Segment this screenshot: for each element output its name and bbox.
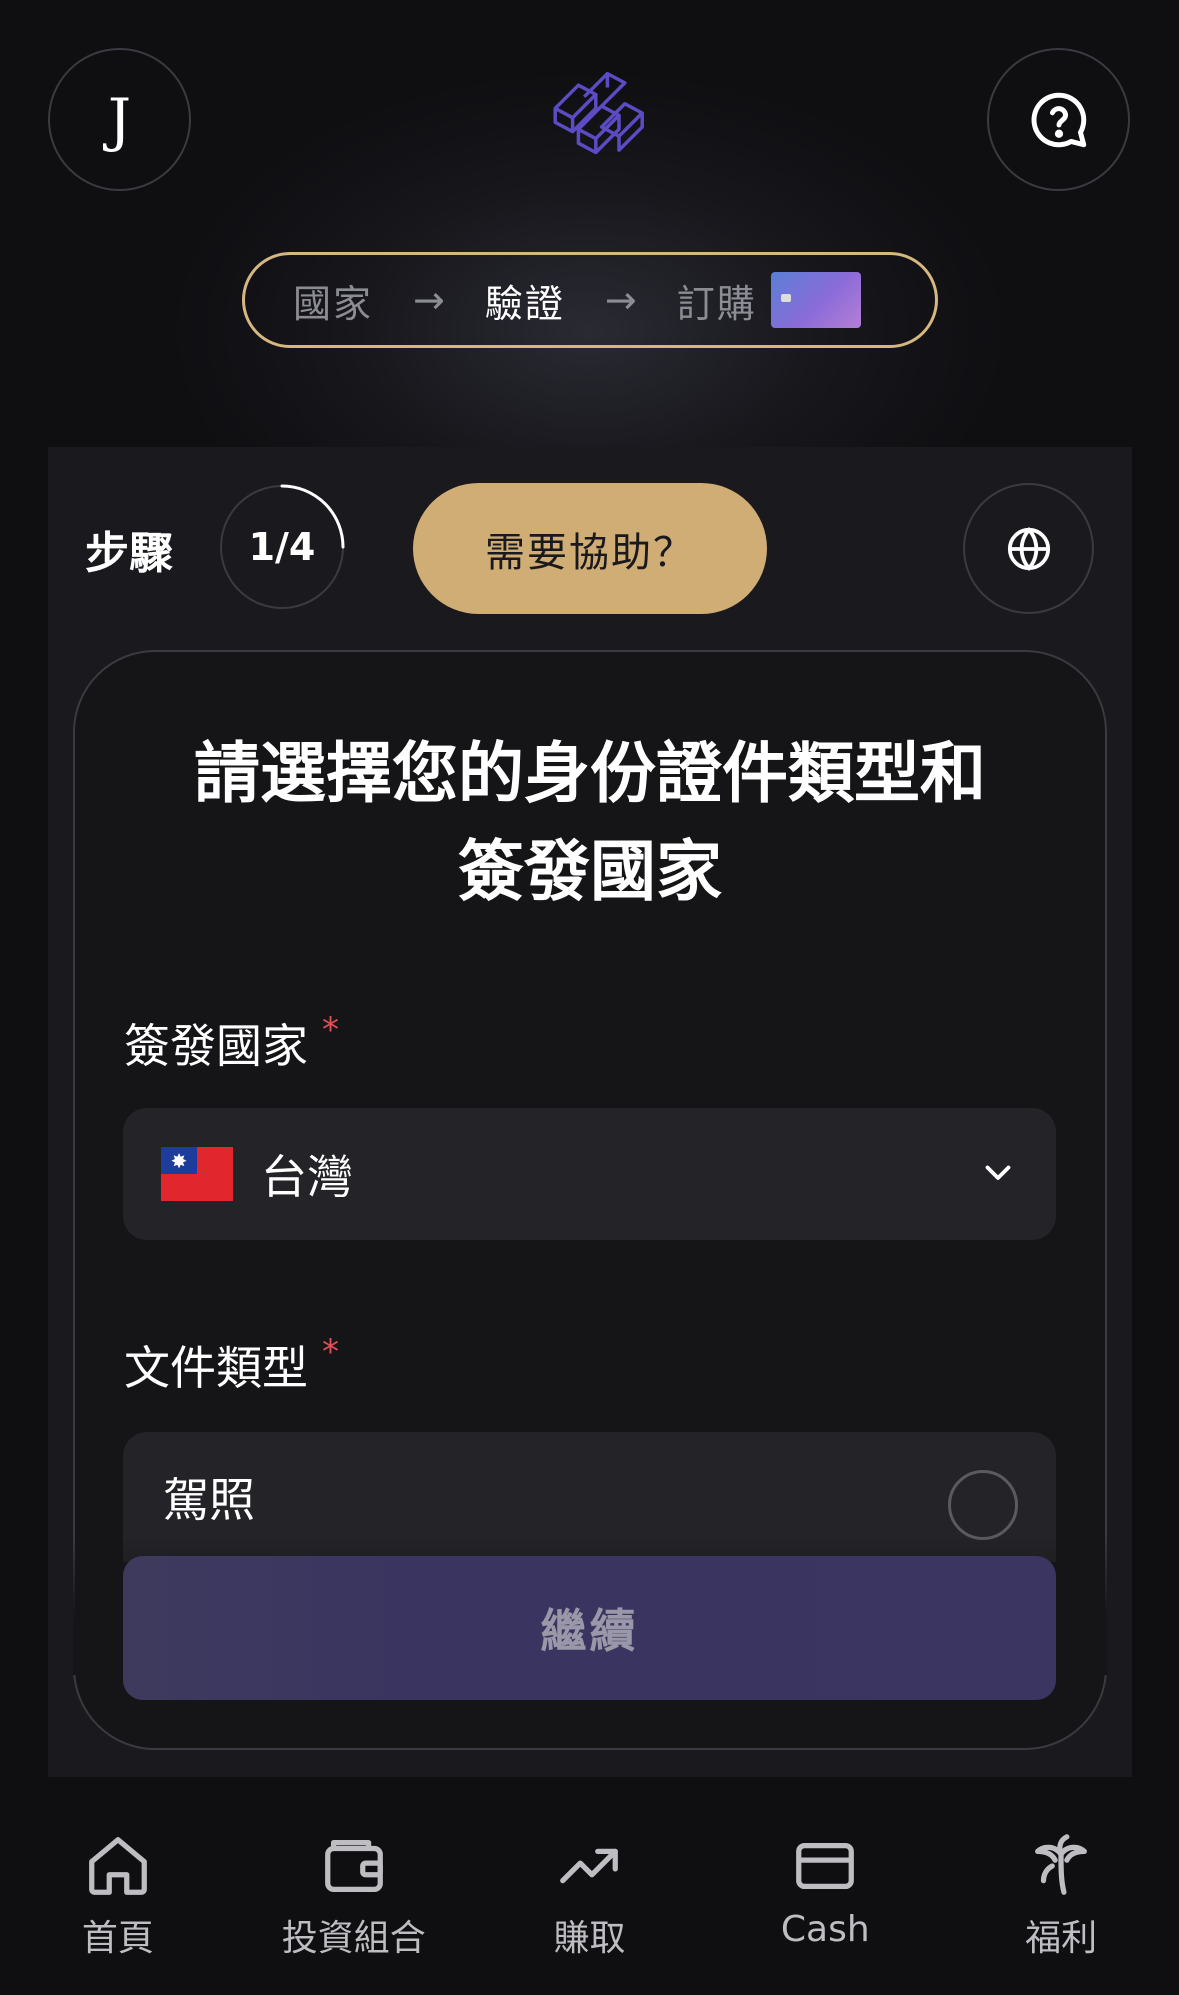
steps-label: 步驟 <box>85 528 173 579</box>
language-button[interactable] <box>963 483 1094 614</box>
avatar[interactable]: J <box>48 48 191 191</box>
doc-option-label: 駕照 <box>163 1473 255 1527</box>
continue-button[interactable]: 繼續 <box>123 1556 1056 1700</box>
help-button[interactable] <box>987 48 1130 191</box>
step-country: 國家 <box>293 281 374 326</box>
onboarding-progress: 國家 → 驗證 → 訂購 <box>242 252 938 348</box>
home-icon <box>89 1837 147 1895</box>
step-order: 訂購 <box>676 281 757 326</box>
trending-up-icon <box>560 1848 619 1884</box>
step-counter: 1/4 <box>248 525 316 569</box>
nav-label-home: 首頁 <box>81 1918 154 1959</box>
bottom-nav: 首頁 投資組合 賺取 Cash 福利 <box>0 1777 1179 1995</box>
country-value: 台灣 <box>261 1150 353 1204</box>
nav-item-earn[interactable]: 賺取 <box>472 1777 708 1995</box>
globe-icon <box>1007 526 1050 571</box>
country-field-label: 簽發國家 * <box>124 1010 339 1076</box>
wallet-icon <box>324 1840 383 1892</box>
need-help-button[interactable]: 需要協助？ <box>413 483 767 614</box>
avatar-initial: J <box>107 85 132 154</box>
radio-button[interactable] <box>948 1470 1018 1540</box>
card-icon <box>796 1842 855 1890</box>
country-select[interactable]: ✸ 台灣 <box>123 1108 1056 1240</box>
country-label-text: 簽發國家 <box>124 1019 308 1073</box>
nav-item-home[interactable]: 首頁 <box>0 1777 236 1995</box>
card-thumbnail-icon <box>770 272 861 328</box>
nav-label-portfolio: 投資組合 <box>281 1918 426 1959</box>
logo-icon <box>553 71 644 155</box>
nav-item-cash[interactable]: Cash <box>707 1777 943 1995</box>
nav-label-earn: 賺取 <box>553 1918 626 1959</box>
nav-item-portfolio[interactable]: 投資組合 <box>236 1777 472 1995</box>
form-title-line2: 簽發國家 <box>458 833 722 910</box>
nav-item-perks[interactable]: 福利 <box>943 1777 1179 1995</box>
doc-type-field-label: 文件類型 * <box>124 1332 339 1398</box>
arrow-right-icon: → <box>604 278 637 322</box>
arrow-right-icon: → <box>413 278 445 322</box>
taiwan-flag-icon: ✸ <box>161 1147 233 1201</box>
chevron-down-icon <box>985 1165 1011 1180</box>
palm-tree-icon <box>1035 1834 1088 1895</box>
doc-type-label-text: 文件類型 <box>124 1341 308 1395</box>
step-verify: 驗證 <box>484 281 565 326</box>
nav-label-perks: 福利 <box>1025 1918 1098 1959</box>
required-mark: * <box>322 1332 339 1372</box>
form-title-line1: 請選擇您的身份證件類型和 <box>194 735 986 812</box>
question-chat-icon <box>1031 92 1086 147</box>
form-title: 請選擇您的身份證件類型和 簽發國家 <box>120 725 1060 921</box>
required-mark: * <box>322 1010 339 1050</box>
nav-label-cash: Cash <box>780 1909 870 1950</box>
